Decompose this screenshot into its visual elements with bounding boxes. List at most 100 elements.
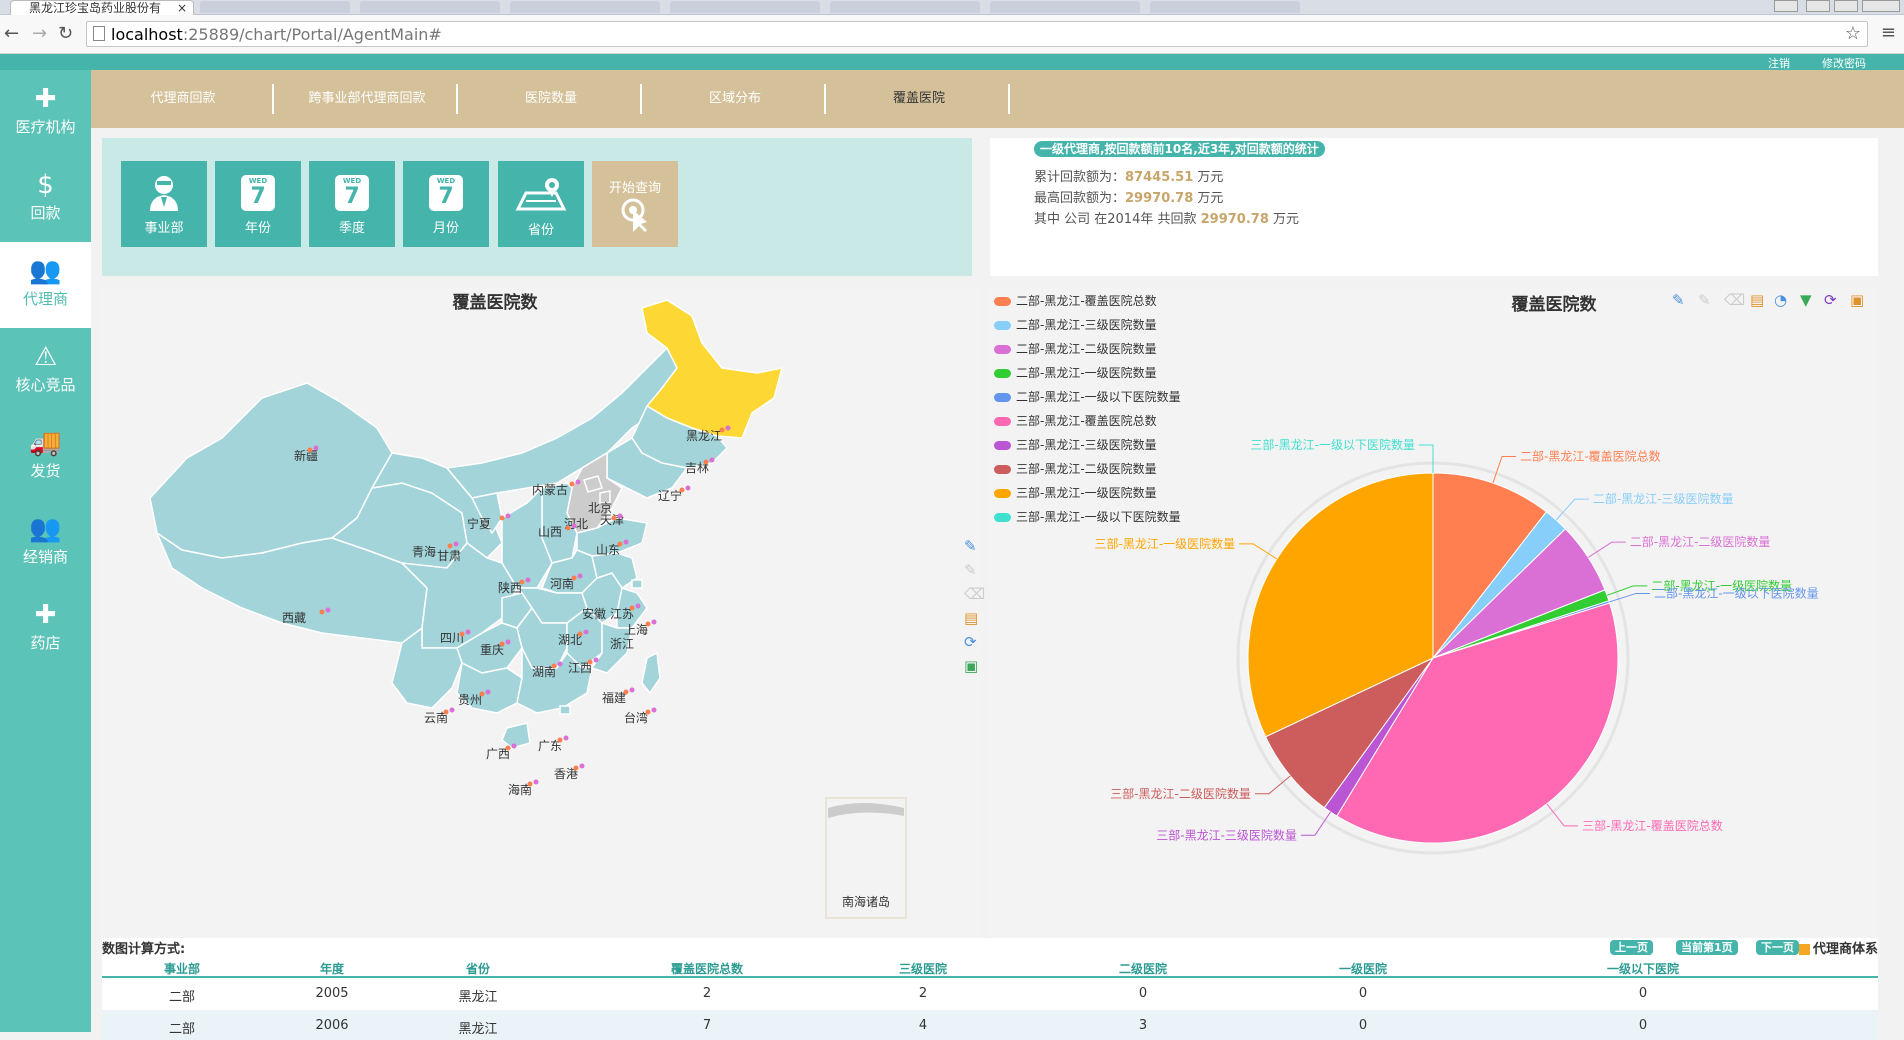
tab-agent-payments[interactable]: 代理商回款 xyxy=(91,70,275,128)
table-cell: 2 xyxy=(702,986,712,1001)
label-shanghai: 上海 xyxy=(624,622,648,637)
pie-chart[interactable]: 二部-黑龙江-覆盖医院总数二部-黑龙江-三级医院数量二部-黑龙江-二级医院数量二… xyxy=(990,288,1878,938)
pie-label: 二部-黑龙江-二级医院数量 xyxy=(1630,534,1771,549)
agent-system-toggle[interactable]: 代理商体系 xyxy=(1798,938,1878,957)
table-cell: 黑龙江 xyxy=(458,1022,498,1037)
sidebar-item-label: 药店 xyxy=(30,634,61,652)
pie-label: 二部-黑龙江-一级以下医院数量 xyxy=(1654,585,1819,600)
table-cell: 二部 xyxy=(168,990,195,1005)
table-cell: 0 xyxy=(1138,986,1148,1001)
label-henan: 河南 xyxy=(550,576,574,591)
tab-cross-division-payments[interactable]: 跨事业部代理商回款 xyxy=(275,70,459,128)
menu-icon[interactable]: ≡ xyxy=(1881,22,1896,43)
back-icon[interactable]: ← xyxy=(4,23,19,44)
label-xinjiang: 新疆 xyxy=(294,448,318,463)
edit-icon[interactable]: ✎ xyxy=(964,537,977,555)
province-taiwan[interactable] xyxy=(641,651,661,695)
sidebar-item-dealers[interactable]: 👥 经销商 xyxy=(0,500,91,586)
edit-off-icon[interactable]: ✎ xyxy=(964,561,977,579)
tab-region-distribution[interactable]: 区域分布 xyxy=(643,70,827,128)
column-header: 一级以下医院 xyxy=(1606,962,1679,976)
data-view-icon[interactable]: ▤ xyxy=(964,609,978,627)
year-filter-button[interactable]: WED 7 年份 xyxy=(215,161,301,247)
refresh-icon[interactable]: ⟳ xyxy=(964,633,977,651)
background-tab[interactable] xyxy=(360,1,500,13)
tab-divider xyxy=(272,84,274,114)
sidebar-item-agents[interactable]: 👥 代理商 xyxy=(0,242,91,328)
china-map[interactable]: 覆盖医院数 新疆 西藏 青海 甘肃 宁夏 内蒙古 黑龙江 吉林 辽宁 北京 天津… xyxy=(102,288,982,938)
province-xianggang[interactable] xyxy=(559,705,571,715)
province-hainan[interactable] xyxy=(501,722,531,749)
label-shandong: 山东 xyxy=(596,543,620,557)
column-header: 二级医院 xyxy=(1118,962,1167,976)
quarter-filter-button[interactable]: WED 7 季度 xyxy=(309,161,395,247)
next-page-button[interactable]: 下一页 xyxy=(1756,940,1799,955)
sidebar-item-label: 医疗机构 xyxy=(15,118,76,136)
background-tab[interactable] xyxy=(670,1,820,13)
start-query-button[interactable]: 开始查询 xyxy=(592,161,678,247)
sidebar-item-pharmacy[interactable]: ✚ 药店 xyxy=(0,586,91,672)
background-tab[interactable] xyxy=(990,1,1140,13)
table-row[interactable]: 二部 2006 黑龙江 7 4 3 0 0 xyxy=(102,1010,1878,1040)
label-liaoning: 辽宁 xyxy=(658,488,682,503)
tab-close-icon[interactable]: × xyxy=(177,1,187,15)
url-host: localhost xyxy=(111,25,183,44)
forward-icon[interactable]: → xyxy=(32,23,47,44)
tab-covered-hospitals[interactable]: 覆盖医院 xyxy=(827,70,1011,128)
app-top-strip: 注销 修改密码 xyxy=(0,54,1904,70)
table-cell: 0 xyxy=(1358,1018,1368,1033)
browser-tab[interactable]: 黑龙江珍宝岛药业股份有 × xyxy=(10,0,194,15)
month-filter-label: 月份 xyxy=(432,221,459,236)
tab-divider xyxy=(456,84,458,114)
month-filter-button[interactable]: WED 7 月份 xyxy=(403,161,489,247)
reload-icon[interactable]: ↻ xyxy=(58,23,73,44)
pie-label-line xyxy=(1609,592,1650,603)
sidebar-item-medical-institutions[interactable]: ✚ 医疗机构 xyxy=(0,70,91,156)
table-row[interactable]: 二部 2005 黑龙江 2 2 0 0 0 xyxy=(102,978,1878,1008)
minimize-icon[interactable] xyxy=(1806,0,1830,12)
change-password-link[interactable]: 修改密码 xyxy=(1822,55,1866,71)
map-title: 覆盖医院数 xyxy=(453,292,539,313)
address-bar: ← → ↻ localhost:25889/chart/Portal/Agent… xyxy=(0,15,1904,54)
restore-icon[interactable] xyxy=(1834,0,1858,12)
map-panel: 覆盖医院数 新疆 西藏 青海 甘肃 宁夏 内蒙古 黑龙江 吉林 辽宁 北京 天津… xyxy=(102,288,982,938)
year-filter-label: 年份 xyxy=(244,221,271,236)
table-cell: 2006 xyxy=(315,1018,349,1033)
browser-tab-title: 黑龙江珍宝岛药业股份有 xyxy=(29,1,162,15)
label-anhui: 安徽 xyxy=(582,606,606,621)
table-cell: 7 xyxy=(702,1018,712,1033)
tab-hospital-count[interactable]: 医院数量 xyxy=(459,70,643,128)
background-tab[interactable] xyxy=(510,1,660,13)
pie-label: 二部-黑龙江-三级医院数量 xyxy=(1593,491,1734,506)
table-cell: 3 xyxy=(1138,1018,1148,1033)
user-icon[interactable] xyxy=(1774,0,1798,12)
close-window-icon[interactable] xyxy=(1862,0,1900,12)
division-filter-button[interactable]: 事业部 xyxy=(121,161,207,247)
background-tab[interactable] xyxy=(830,1,980,13)
table-cell: 0 xyxy=(1358,986,1368,1001)
label-fujian: 福建 xyxy=(602,690,626,705)
bookmark-star-icon[interactable]: ☆ xyxy=(1845,23,1861,44)
sidebar-item-label: 发货 xyxy=(30,462,61,480)
table-cell: 二部 xyxy=(168,1022,195,1037)
save-icon[interactable]: ▣ xyxy=(964,657,978,675)
pharmacy-icon: ✚ xyxy=(34,600,57,630)
sidebar: ✚ 医疗机构 $ 回款 👥 代理商 ⚠ 核心竞品 🚚 发货 👥 经销商 ✚ 药店 xyxy=(0,70,91,1032)
clear-icon[interactable]: ⌫ xyxy=(964,585,985,603)
prev-page-button[interactable]: 上一页 xyxy=(1610,940,1653,955)
nav-tabs: 代理商回款 跨事业部代理商回款 医院数量 区域分布 覆盖医院 xyxy=(91,70,1904,128)
background-tab[interactable] xyxy=(1150,1,1300,13)
sidebar-item-shipping[interactable]: 🚚 发货 xyxy=(0,414,91,500)
table-cell: 2005 xyxy=(315,986,349,1001)
truck-icon: 🚚 xyxy=(29,428,62,458)
logout-link[interactable]: 注销 xyxy=(1768,55,1790,71)
max-payment-value: 29970.78 xyxy=(1125,191,1194,206)
background-tab[interactable] xyxy=(200,1,350,13)
pie-label: 二部-黑龙江-覆盖医院总数 xyxy=(1520,448,1661,463)
sidebar-item-payments[interactable]: $ 回款 xyxy=(0,156,91,242)
province-shanghai[interactable] xyxy=(631,579,643,589)
url-input[interactable]: localhost:25889/chart/Portal/AgentMain# … xyxy=(86,21,1868,47)
label-qinghai: 青海 xyxy=(412,544,436,559)
province-filter-button[interactable]: 省份 xyxy=(498,161,584,247)
sidebar-item-competitors[interactable]: ⚠ 核心竞品 xyxy=(0,328,91,414)
